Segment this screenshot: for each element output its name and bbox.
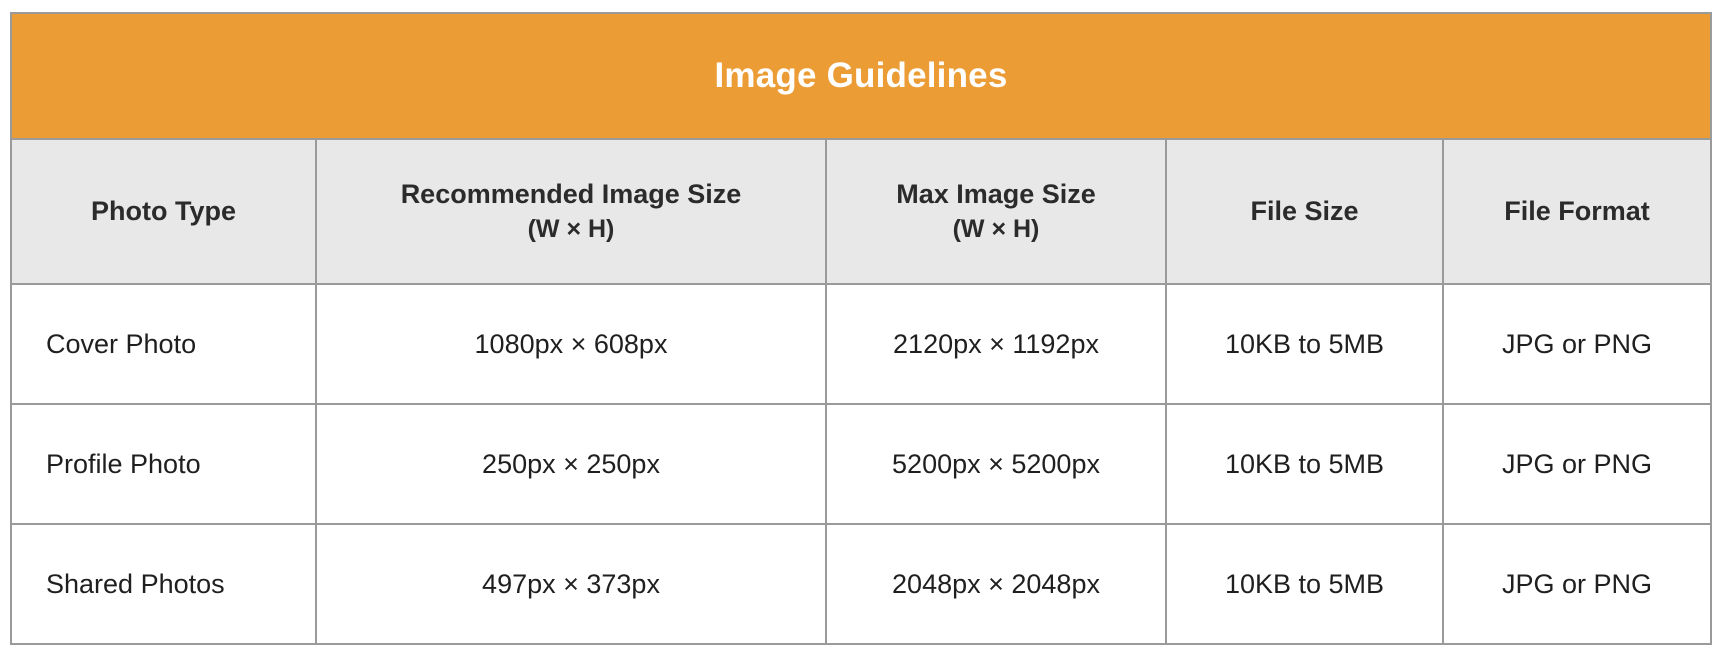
image-guidelines-table-container: Image Guidelines Photo Type Recommended …	[10, 12, 1712, 645]
cell-max-size: 2048px × 2048px	[825, 523, 1167, 645]
cell-recommended-size: 497px × 373px	[315, 523, 827, 645]
cell-file-format: JPG or PNG	[1442, 523, 1712, 645]
cell-recommended-size: 250px × 250px	[315, 403, 827, 525]
column-header-photo-type: Photo Type	[10, 138, 317, 285]
cell-photo-type: Cover Photo	[10, 283, 317, 405]
column-header-recommended-image-size-sub: (W × H)	[527, 214, 615, 243]
table-row: Shared Photos 497px × 373px 2048px × 204…	[10, 523, 1712, 645]
column-header-file-size-label: File Size	[1250, 196, 1359, 227]
column-header-max-image-size: Max Image Size (W × H)	[825, 138, 1167, 285]
cell-max-size: 2120px × 1192px	[825, 283, 1167, 405]
table-row: Cover Photo 1080px × 608px 2120px × 1192…	[10, 283, 1712, 405]
column-header-file-size: File Size	[1165, 138, 1444, 285]
cell-recommended-size: 1080px × 608px	[315, 283, 827, 405]
column-header-photo-type-label: Photo Type	[91, 196, 236, 227]
column-header-file-format: File Format	[1442, 138, 1712, 285]
column-header-file-format-label: File Format	[1504, 196, 1650, 227]
column-header-max-image-size-label: Max Image Size	[896, 179, 1096, 210]
cell-file-format: JPG or PNG	[1442, 283, 1712, 405]
image-guidelines-table: Image Guidelines Photo Type Recommended …	[10, 12, 1712, 645]
table-banner-row: Image Guidelines	[10, 12, 1712, 140]
cell-file-size: 10KB to 5MB	[1165, 403, 1444, 525]
column-header-recommended-image-size: Recommended Image Size (W × H)	[315, 138, 827, 285]
cell-photo-type: Shared Photos	[10, 523, 317, 645]
column-header-recommended-image-size-label: Recommended Image Size	[400, 179, 742, 210]
column-header-max-image-size-sub: (W × H)	[952, 214, 1040, 243]
table-header-row: Photo Type Recommended Image Size (W × H…	[10, 138, 1712, 285]
cell-file-size: 10KB to 5MB	[1165, 283, 1444, 405]
cell-max-size: 5200px × 5200px	[825, 403, 1167, 525]
cell-file-format: JPG or PNG	[1442, 403, 1712, 525]
table-row: Profile Photo 250px × 250px 5200px × 520…	[10, 403, 1712, 525]
cell-photo-type: Profile Photo	[10, 403, 317, 525]
table-title: Image Guidelines	[10, 12, 1712, 140]
cell-file-size: 10KB to 5MB	[1165, 523, 1444, 645]
